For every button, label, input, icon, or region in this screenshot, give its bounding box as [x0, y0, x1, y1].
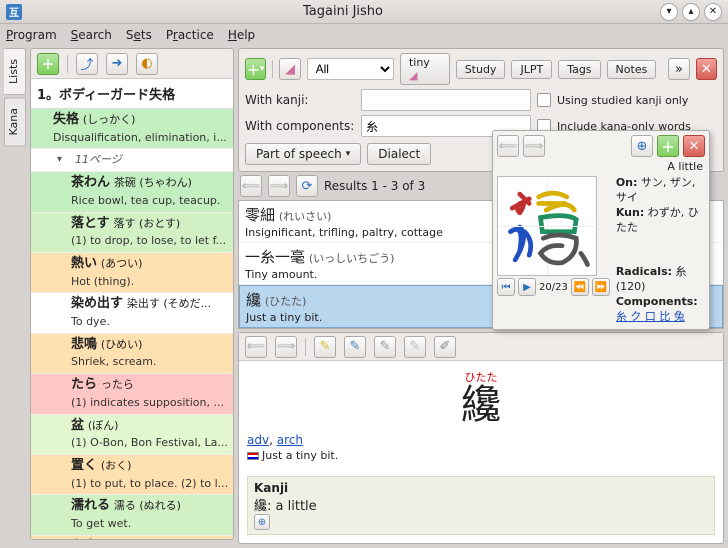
expand-icon[interactable]: ▾	[57, 153, 62, 167]
maximize-button[interactable]: ▴	[682, 3, 700, 21]
list-item[interactable]: 熱い (あつい)Hot (thing).	[31, 253, 233, 293]
popup-meaning: A little	[497, 160, 703, 173]
jlpt-chip[interactable]: JLPT	[511, 60, 552, 79]
list-item[interactable]: 置く (おく)(1) to put, to place. (2) to l...	[31, 455, 233, 495]
forward-button[interactable]: ➜	[106, 53, 128, 75]
list-item[interactable]: 染め出す 染出す (そめだ...To dye.	[31, 293, 233, 333]
stroke-next-button[interactable]: ⏩	[592, 278, 610, 296]
detail-back-button[interactable]: ⟸	[245, 336, 267, 358]
kanji-popup: ⟸ ⟹ ⊕ ＋ ✕ A little ⏮ ▶ 20/23 ⏪	[492, 130, 710, 330]
add-entry-button[interactable]: ＋▾	[245, 58, 266, 80]
details-body: ひたた 纔 adv, arch Just a tiny bit. Kanji 纔…	[239, 361, 723, 543]
highlight-blue-icon[interactable]: ✎	[344, 336, 366, 358]
type-select[interactable]: All	[307, 58, 394, 80]
studied-kanji-checkbox[interactable]	[537, 93, 551, 107]
stroke-first-button[interactable]: ⏮	[497, 278, 515, 296]
list-item[interactable]: たら ったら(1) indicates supposition, ...	[31, 374, 233, 414]
flag-icon	[247, 452, 259, 460]
tab-kana[interactable]: Kana	[4, 97, 26, 146]
refresh-button[interactable]: ◐	[136, 53, 158, 75]
up-button[interactable]: ⤴	[76, 53, 98, 75]
menu-practice[interactable]: Practice	[166, 28, 214, 42]
side-tabs: Lists Kana	[4, 48, 26, 540]
popup-zoom-button[interactable]: ⊕	[631, 135, 653, 157]
list-item[interactable]: 茶わん 茶碗 (ちゃわん)Rice bowl, tea cup, teacup.	[31, 172, 233, 212]
app-icon: 互	[6, 4, 22, 20]
titlebar: 互 Tagaini Jisho ▾ ▴ ✕	[0, 0, 728, 24]
studied-kanji-label: Using studied kanji only	[557, 94, 717, 107]
detail-fwd-button[interactable]: ⟹	[275, 336, 297, 358]
close-button[interactable]: ✕	[704, 3, 722, 21]
highlight-gray2-icon[interactable]: ✎	[404, 336, 426, 358]
list-item[interactable]: 悲鳴 (ひめい)Shriek, scream.	[31, 334, 233, 374]
components-link[interactable]: 糸 ク 口 比 兔	[616, 310, 685, 323]
results-count-label: Results 1 - 3 of 3	[324, 179, 425, 193]
menu-help[interactable]: Help	[228, 28, 255, 42]
details-pane: ⟸ ⟹ ✎ ✎ ✎ ✎ ✐ ひたた 纔 adv, arch Just a tin…	[238, 332, 724, 544]
kanji-section-header: Kanji	[254, 481, 708, 495]
vocabulary-tree[interactable]: 失格 (しっかく)Disqualification, elimination, …	[31, 109, 233, 539]
tab-lists[interactable]: Lists	[4, 48, 26, 95]
list-item[interactable]: 失格 (しっかく)Disqualification, elimination, …	[31, 109, 233, 149]
pos-filter[interactable]: Part of speech ▾	[245, 143, 361, 165]
popup-add-button[interactable]: ＋	[657, 135, 679, 157]
popup-close-button[interactable]: ✕	[683, 135, 705, 157]
menu-search[interactable]: Search	[71, 28, 112, 42]
stroke-order-svg	[501, 180, 595, 274]
lists-toolbar: ＋ ⤴ ➜ ◐	[31, 49, 233, 79]
lists-panel: ＋ ⤴ ➜ ◐ 1。ボディーガード失格 失格 (しっかく)Disqualific…	[30, 48, 234, 540]
popup-back-button[interactable]: ⟸	[497, 135, 519, 157]
notes-chip[interactable]: Notes	[607, 60, 657, 79]
stroke-order-box	[497, 176, 597, 276]
gloss-text: Just a tiny bit.	[262, 449, 338, 462]
tag-arch-link[interactable]: arch	[277, 433, 303, 447]
highlight-gray-icon[interactable]: ✎	[374, 336, 396, 358]
reload-results-button[interactable]: ⟳	[296, 175, 318, 197]
menu-program[interactable]: Program	[6, 28, 57, 42]
list-item[interactable]: 濡れる 濡る (ぬれる)To get wet.	[31, 495, 233, 535]
dialect-filter[interactable]: Dialect	[367, 143, 431, 165]
with-kanji-input[interactable]	[361, 89, 531, 111]
add-folder-button[interactable]: ＋	[37, 53, 59, 75]
kanji-info: On: サン, ザン, サイ Kun: わずか, ひたた Radicals: 糸…	[616, 176, 705, 325]
results-prev-button[interactable]: ⟸	[240, 175, 262, 197]
stroke-prev-button[interactable]: ⏪	[571, 278, 589, 296]
with-kanji-label: With kanji:	[245, 93, 355, 107]
popup-fwd-button[interactable]: ⟹	[523, 135, 545, 157]
kanji-character: 纔	[254, 499, 267, 514]
list-item[interactable]: 布巾 (ふきん)Tea-towel, dish cloth.	[31, 536, 233, 539]
window-title: Tagaini Jisho	[30, 4, 656, 19]
study-chip[interactable]: Study	[456, 60, 506, 79]
tiny-chip[interactable]: tiny ◢	[400, 53, 450, 85]
list-item[interactable]: 盆 (ぼん)(1) O-Bon, Bon Festival, La...	[31, 415, 233, 455]
minimize-button[interactable]: ▾	[660, 3, 678, 21]
details-toolbar: ⟸ ⟹ ✎ ✎ ✎ ✎ ✐	[239, 333, 723, 361]
list-heading: 1。ボディーガード失格	[31, 79, 233, 109]
stroke-counter: 20/23	[539, 282, 568, 293]
more-button[interactable]: »	[668, 58, 689, 80]
clear-search-button[interactable]: ✕	[696, 58, 717, 80]
headword-kanji: 纔	[247, 385, 715, 425]
kanji-section: Kanji 纔: a little ⊕	[247, 476, 715, 535]
brush-icon[interactable]: ✐	[434, 336, 456, 358]
kanji-meaning: : a little	[267, 499, 317, 514]
highlight-yellow-icon[interactable]: ✎	[314, 336, 336, 358]
menubar: Program Search Sets Practice Help	[0, 24, 728, 46]
tag-adv-link[interactable]: adv	[247, 433, 269, 447]
stroke-play-button[interactable]: ▶	[518, 278, 536, 296]
list-item[interactable]: 落とす 落す (おとす)(1) to drop, to lose, to let…	[31, 213, 233, 253]
tags-chip[interactable]: Tags	[558, 60, 600, 79]
eraser-button[interactable]: ◢	[279, 58, 300, 80]
menu-sets[interactable]: Sets	[126, 28, 152, 42]
zoom-icon[interactable]: ⊕	[254, 514, 270, 530]
with-components-label: With components:	[245, 119, 355, 133]
list-item[interactable]: ▾11ページ	[31, 149, 233, 172]
results-next-button[interactable]: ⟹	[268, 175, 290, 197]
